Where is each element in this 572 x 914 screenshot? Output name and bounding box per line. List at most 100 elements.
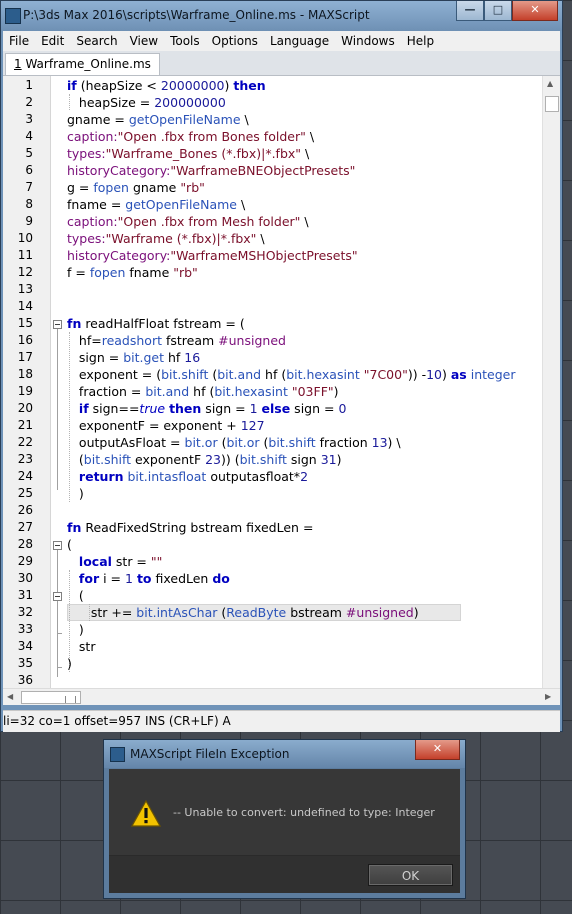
line-number: 20 <box>17 401 33 415</box>
maxscript-app-icon <box>110 747 125 762</box>
menu-help[interactable]: Help <box>401 34 440 48</box>
title-bar: P:\3ds Max 2016\scripts\Warframe_Online.… <box>1 1 562 31</box>
code-line: if sign==true then sign = 1 else sign = … <box>78 401 347 416</box>
code-line: ( <box>67 537 72 552</box>
line-number: 1 <box>25 78 33 92</box>
vertical-scrollbar[interactable]: ▲ <box>542 76 560 688</box>
line-number: 15 <box>17 316 33 330</box>
menu-tools[interactable]: Tools <box>164 34 206 48</box>
menu-edit[interactable]: Edit <box>35 34 70 48</box>
menu-view[interactable]: View <box>124 34 164 48</box>
status-bar: li=32 co=1 offset=957 INS (CR+LF) A <box>3 710 560 732</box>
line-number: 28 <box>17 537 33 551</box>
horizontal-scrollbar[interactable]: ◀ ▶ <box>3 688 560 705</box>
code-line: gname = getOpenFileName \ <box>67 112 249 127</box>
vertical-scroll-thumb[interactable] <box>545 96 559 112</box>
line-number: 3 <box>25 112 33 126</box>
minimize-button[interactable]: — <box>456 1 484 21</box>
line-number: 16 <box>17 333 33 347</box>
line-number: 10 <box>17 231 33 245</box>
code-line: outputAsFloat = bit.or (bit.or (bit.shif… <box>67 435 401 450</box>
code-line: heapSize = 200000000 <box>67 95 226 110</box>
menu-file[interactable]: File <box>3 34 35 48</box>
dialog-title-bar: MAXScript FileIn Exception ✕ <box>104 740 465 768</box>
code-line: str += bit.intAsChar (ReadByte bstream #… <box>67 605 419 620</box>
maximize-button[interactable]: □ <box>484 1 512 21</box>
code-line: historyCategory:"WarframeBNEObjectPreset… <box>67 163 356 178</box>
menu-language[interactable]: Language <box>264 34 335 48</box>
exception-dialog: MAXScript FileIn Exception ✕ -- Unable t… <box>103 739 466 899</box>
line-number: 14 <box>17 299 33 313</box>
line-number: 27 <box>17 520 33 534</box>
maxscript-app-icon <box>5 8 21 24</box>
line-number: 8 <box>25 197 33 211</box>
line-number: 25 <box>17 486 33 500</box>
fold-end <box>57 633 62 634</box>
line-number: 12 <box>17 265 33 279</box>
fold-toggle-icon[interactable] <box>53 541 62 550</box>
line-number: 33 <box>17 622 33 636</box>
code-line: caption:"Open .fbx from Mesh folder" \ <box>67 214 309 229</box>
grip-icon <box>65 696 76 703</box>
line-number: 21 <box>17 418 33 432</box>
line-number: 29 <box>17 554 33 568</box>
ok-button[interactable]: OK <box>368 864 453 886</box>
window-title: P:\3ds Max 2016\scripts\Warframe_Online.… <box>23 8 370 22</box>
code-line: types:"Warframe (*.fbx)|*.fbx" \ <box>67 231 265 246</box>
line-number: 22 <box>17 435 33 449</box>
code-line: historyCategory:"WarframeMSHObjectPreset… <box>67 248 358 263</box>
line-number-gutter: 1 2 3 4 5 6 7 8 9 10 11 12 13 14 15 16 1… <box>3 76 51 688</box>
menu-windows[interactable]: Windows <box>335 34 401 48</box>
code-line: exponent = (bit.shift (bit.and hf (bit.h… <box>67 367 516 382</box>
tab-index: 1 <box>14 57 22 71</box>
code-line: types:"Warframe_Bones (*.fbx)|*.fbx" \ <box>67 146 310 161</box>
code-line: ) <box>67 486 84 501</box>
code-area[interactable]: if (heapSize < 20000000) then heapSize =… <box>67 76 540 688</box>
dialog-message: -- Unable to convert: undefined to type:… <box>173 806 435 819</box>
menu-bar: File Edit Search View Tools Options Lang… <box>3 31 560 51</box>
fold-end <box>57 667 62 668</box>
code-line: fn readHalfFloat fstream = ( <box>67 316 245 331</box>
code-line: ) <box>67 622 84 637</box>
code-line: fn ReadFixedString bstream fixedLen = <box>67 520 314 535</box>
code-line: (bit.shift exponentF 23)) (bit.shift sig… <box>67 452 342 467</box>
line-number: 19 <box>17 384 33 398</box>
dialog-close-button[interactable]: ✕ <box>415 740 460 760</box>
tab-warframe-online[interactable]: 1 Warframe_Online.ms <box>5 53 160 75</box>
menu-search[interactable]: Search <box>70 34 123 48</box>
line-number: 11 <box>17 248 33 262</box>
line-number: 35 <box>17 656 33 670</box>
line-number: 13 <box>17 282 33 296</box>
warning-icon <box>130 799 162 830</box>
maxscript-editor-window: P:\3ds Max 2016\scripts\Warframe_Online.… <box>0 0 563 732</box>
line-number: 23 <box>17 452 33 466</box>
line-number: 36 <box>17 673 33 687</box>
fold-toggle-icon[interactable] <box>53 320 62 329</box>
dialog-title: MAXScript FileIn Exception <box>130 747 290 761</box>
file-tab-bar: 1 Warframe_Online.ms <box>3 51 560 76</box>
horizontal-scroll-thumb[interactable] <box>21 691 81 704</box>
line-number: 26 <box>17 503 33 517</box>
code-line: local str = "" <box>78 554 163 569</box>
code-line: g = fopen gname "rb" <box>67 180 205 195</box>
dialog-body: -- Unable to convert: undefined to type:… <box>109 769 460 893</box>
code-editor[interactable]: 1 2 3 4 5 6 7 8 9 10 11 12 13 14 15 16 1… <box>3 76 560 688</box>
close-button[interactable]: ✕ <box>512 1 558 21</box>
dialog-footer: OK <box>109 856 460 893</box>
code-line: caption:"Open .fbx from Bones folder" \ <box>67 129 315 144</box>
code-line: ) <box>67 656 72 671</box>
line-number: 17 <box>17 350 33 364</box>
fold-toggle-icon[interactable] <box>53 592 62 601</box>
scroll-right-icon[interactable]: ▶ <box>545 692 551 701</box>
code-line: fraction = bit.and hf (bit.hexasint "03F… <box>67 384 339 399</box>
scroll-up-icon[interactable]: ▲ <box>547 79 553 88</box>
code-line: exponentF = exponent + 127 <box>67 418 265 433</box>
menu-options[interactable]: Options <box>206 34 264 48</box>
line-number: 31 <box>17 588 33 602</box>
fold-line <box>57 550 58 677</box>
line-number: 34 <box>17 639 33 653</box>
line-number: 24 <box>17 469 33 483</box>
scroll-left-icon[interactable]: ◀ <box>7 692 13 701</box>
line-number: 4 <box>25 129 33 143</box>
line-number: 9 <box>25 214 33 228</box>
